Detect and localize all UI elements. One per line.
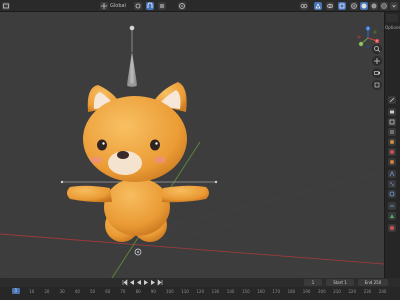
xray-toggle-icon[interactable] — [338, 2, 346, 10]
timeline-tick-label: 200 — [318, 289, 326, 294]
timeline-tick-label: 50 — [90, 289, 96, 294]
output-tab-icon[interactable] — [388, 118, 396, 126]
timeline-tick-label: 180 — [287, 289, 296, 294]
timeline-tick-label: 230 — [363, 289, 372, 294]
pivot-point-icon[interactable] — [134, 2, 142, 10]
timeline-tick-label: 60 — [105, 289, 111, 294]
bear-character-model[interactable] — [0, 12, 384, 278]
timeline-tick-label: 140 — [226, 289, 235, 294]
timeline-tick-label: 0 — [14, 289, 17, 294]
jump-end-icon[interactable] — [157, 279, 163, 286]
end-frame-value: 250 — [373, 280, 382, 285]
shading-wireframe-icon[interactable] — [350, 2, 358, 10]
pan-view-icon[interactable] — [372, 56, 382, 66]
timeline-tick-label: 110 — [181, 289, 189, 294]
material-tab-icon[interactable] — [388, 224, 396, 232]
viewport-header: Global — [0, 0, 400, 12]
gizmo-toggle-icon[interactable] — [314, 2, 322, 10]
orientation-dropdown[interactable]: Global — [110, 2, 126, 10]
snap-toggle-icon[interactable] — [146, 2, 154, 10]
start-frame-value: 1 — [344, 280, 347, 285]
properties-search-field[interactable] — [386, 14, 398, 22]
object-tab-icon[interactable] — [388, 158, 396, 166]
end-frame-field[interactable]: End 250 — [358, 279, 388, 286]
jump-keyframe-forward-icon[interactable] — [150, 279, 156, 286]
start-frame-label: Start — [333, 280, 343, 285]
scene-tab-icon[interactable] — [388, 138, 396, 146]
shading-solid-icon[interactable] — [360, 2, 368, 10]
current-frame-field[interactable]: 1 — [304, 279, 322, 286]
editor-type-button[interactable] — [2, 2, 10, 10]
play-reverse-icon[interactable] — [136, 279, 142, 286]
timeline-tick-label: 20 — [44, 289, 50, 294]
timeline-tick-label: 40 — [74, 289, 80, 294]
blender-window: Global Z X Y Options 1 Start 1 End 250 1… — [0, 0, 400, 300]
shading-options-icon[interactable] — [390, 2, 398, 10]
timeline-tick-label: 130 — [211, 289, 220, 294]
timeline-tick-label: 30 — [59, 289, 65, 294]
svg-text:X: X — [376, 39, 378, 43]
timeline-tick-label: 160 — [257, 289, 265, 294]
play-icon[interactable] — [143, 279, 149, 286]
physics-tab-icon[interactable] — [388, 190, 396, 198]
zoom-view-icon[interactable] — [372, 44, 382, 54]
camera-view-icon[interactable] — [372, 68, 382, 78]
armature-bone[interactable] — [127, 25, 137, 87]
timeline-tick-label: 190 — [302, 289, 311, 294]
world-tab-icon[interactable] — [388, 148, 396, 156]
timeline-tick-label: 10 — [29, 289, 35, 294]
timeline-tick-label: 210 — [333, 289, 341, 294]
timeline-tick-label: 90 — [150, 289, 156, 294]
timeline-tick-label: 120 — [196, 289, 205, 294]
perspective-toggle-icon[interactable] — [372, 80, 382, 90]
shading-material-icon[interactable] — [370, 2, 378, 10]
3d-viewport[interactable]: Z X Y — [0, 12, 384, 278]
tool-tab-icon[interactable] — [388, 96, 396, 104]
visibility-icon[interactable] — [300, 2, 308, 10]
data-tab-icon[interactable] — [388, 212, 396, 220]
end-frame-label: End — [364, 280, 373, 285]
constraints-tab-icon[interactable] — [388, 202, 396, 210]
jump-keyframe-back-icon[interactable] — [129, 279, 135, 286]
timeline-tick-label: 100 — [166, 289, 174, 294]
snap-target-icon[interactable] — [158, 2, 166, 10]
proportional-edit-icon[interactable] — [178, 2, 186, 10]
properties-header-label: Options — [385, 25, 400, 30]
particles-tab-icon[interactable] — [388, 180, 396, 188]
view-layer-tab-icon[interactable] — [388, 128, 396, 136]
timeline-tick-label: 70 — [120, 289, 126, 294]
jump-start-icon[interactable] — [122, 279, 128, 286]
timeline-tick-label: 80 — [135, 289, 141, 294]
overlays-toggle-icon[interactable] — [326, 2, 334, 10]
start-frame-field[interactable]: Start 1 — [326, 279, 354, 286]
timeline-tick-label: 150 — [242, 289, 250, 294]
transform-orientation-icon[interactable] — [100, 2, 108, 10]
modifier-tab-icon[interactable] — [388, 170, 396, 178]
timeline-tick-label: 170 — [272, 289, 281, 294]
timeline-tick-label: 240 — [378, 289, 387, 294]
svg-text:Z: Z — [367, 27, 369, 31]
shading-rendered-icon[interactable] — [380, 2, 388, 10]
timeline-tick-label: 220 — [348, 289, 357, 294]
render-tab-icon[interactable] — [388, 108, 396, 116]
